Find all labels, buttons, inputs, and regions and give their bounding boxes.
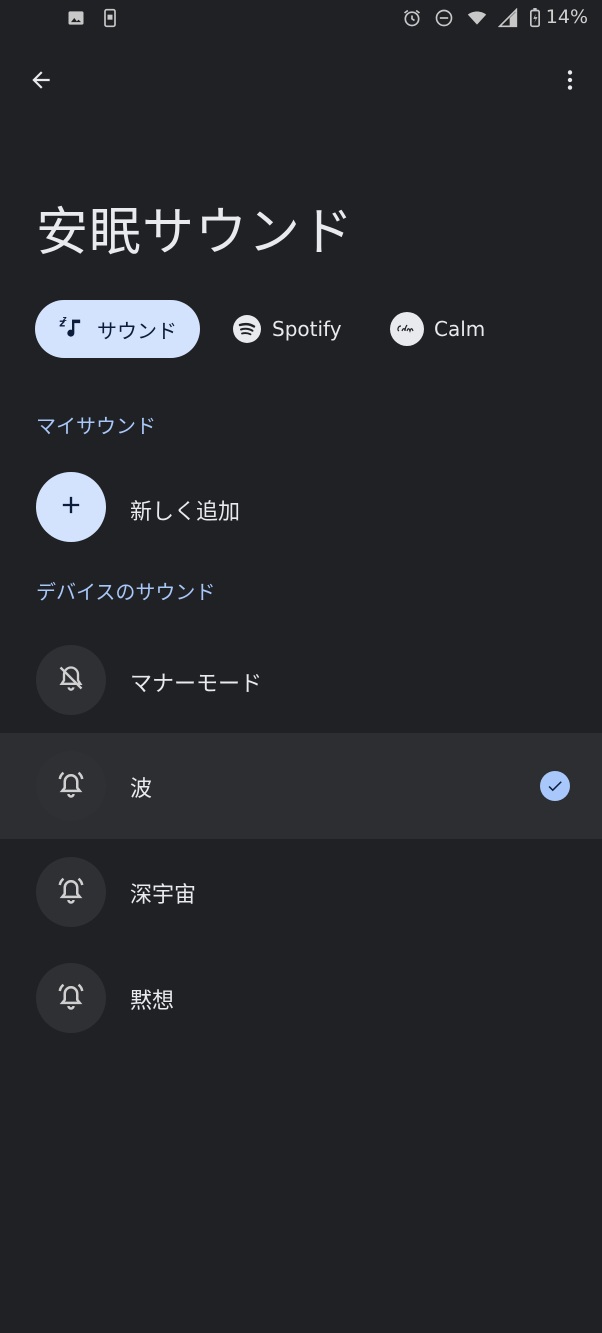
sound-item-icon-circle	[36, 857, 106, 927]
svg-text:z: z	[63, 315, 67, 323]
sound-item-deep-space[interactable]: 深宇宙	[0, 839, 602, 945]
calm-icon	[390, 312, 424, 346]
tab-spotify[interactable]: Spotify	[232, 300, 342, 358]
add-sound-row[interactable]: 新しく追加	[0, 454, 602, 560]
alarm-icon	[402, 8, 422, 28]
sound-item-silent[interactable]: マナーモード	[0, 626, 602, 732]
alarm-bell-icon	[56, 769, 86, 803]
alarm-bell-icon	[56, 981, 86, 1015]
music-sleep-icon: z z	[57, 314, 87, 344]
dnd-icon	[434, 8, 454, 28]
more-options-button[interactable]	[546, 58, 594, 106]
plus-icon	[57, 491, 85, 523]
check-icon	[540, 771, 570, 801]
arrow-back-icon	[28, 67, 54, 97]
tab-calm[interactable]: Calm	[390, 300, 485, 358]
wifi-icon	[466, 8, 487, 28]
tab-sounds-label: サウンド	[97, 318, 177, 343]
more-vert-icon	[557, 67, 583, 97]
sound-item-label: 深宇宙	[130, 883, 197, 908]
tab-sounds[interactable]: z z サウンド	[35, 300, 200, 358]
image-icon	[66, 8, 86, 28]
sound-item-icon-circle	[36, 963, 106, 1033]
back-button[interactable]	[17, 58, 65, 106]
sound-item-label: マナーモード	[130, 672, 263, 697]
section-header-device-sounds: デバイスのサウンド	[36, 580, 216, 604]
sound-item-meditation[interactable]: 黙想	[0, 945, 602, 1051]
signal-icon	[497, 7, 518, 28]
tab-calm-label: Calm	[434, 317, 486, 341]
bell-off-icon	[57, 664, 85, 696]
sound-item-icon-circle	[36, 645, 106, 715]
tab-spotify-label: Spotify	[272, 317, 342, 341]
battery-percent: 14%	[545, 6, 588, 28]
sound-item-label: 波	[130, 777, 153, 802]
page-title: 安眠サウンド	[36, 203, 355, 263]
spotify-icon	[232, 314, 262, 344]
sound-item-icon-circle	[36, 751, 106, 821]
sound-item-label: 黙想	[130, 989, 175, 1014]
screenshot-icon	[100, 8, 120, 28]
status-bar: 14%	[0, 0, 602, 36]
alarm-bell-icon	[56, 875, 86, 909]
add-sound-label: 新しく追加	[130, 500, 241, 525]
sound-item-wave[interactable]: 波	[0, 733, 602, 839]
add-button[interactable]	[36, 472, 106, 542]
section-header-my-sounds: マイサウンド	[36, 414, 156, 438]
